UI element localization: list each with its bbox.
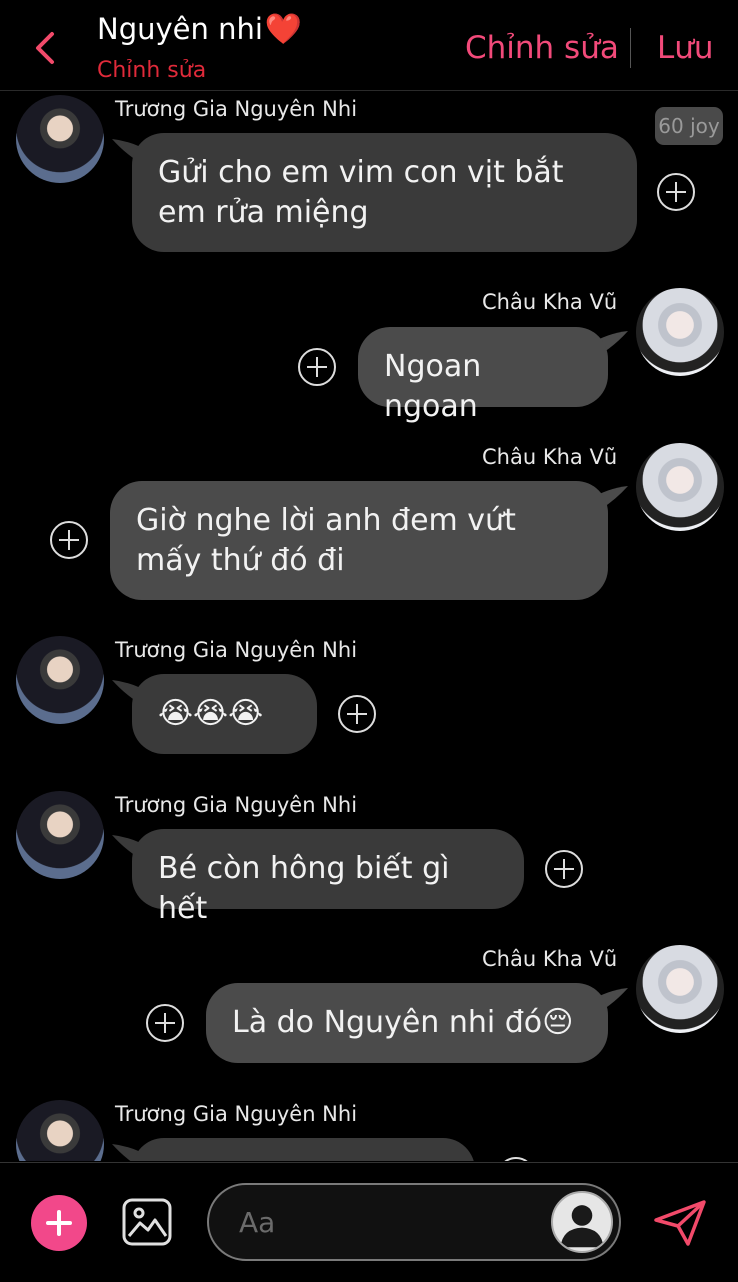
message-bubble[interactable]: Gửi cho em vim con vịt bắt em rửa miệng [132, 133, 637, 252]
sender-name: Châu Kha Vũ [482, 947, 618, 971]
add-reaction-icon[interactable] [298, 348, 336, 386]
add-reaction-icon[interactable] [657, 173, 695, 211]
avatar[interactable] [636, 945, 724, 1033]
message-text: Gửi cho em vim con vịt bắt em rửa miệng [158, 155, 564, 230]
joy-badge: 60 joy [655, 107, 723, 145]
conversation-subtitle[interactable]: Chỉnh sửa [97, 58, 206, 83]
avatar[interactable] [636, 288, 724, 376]
message-bubble[interactable] [132, 1138, 475, 1161]
message-input-wrapper[interactable] [207, 1183, 621, 1261]
message-text: 😭😭😭 [158, 696, 264, 731]
message-bubble[interactable]: Giờ nghe lời anh đem vứt mấy thứ đó đi [110, 481, 608, 600]
sender-name: Châu Kha Vũ [482, 290, 618, 314]
avatar[interactable] [16, 95, 104, 183]
sender-name: Trương Gia Nguyên Nhi [115, 793, 358, 817]
conversation-title-text: Nguyên nhi [97, 12, 263, 46]
message-bubble[interactable]: 😭😭😭 [132, 674, 317, 754]
header-divider [630, 28, 631, 68]
avatar[interactable] [16, 1100, 104, 1161]
add-button[interactable] [31, 1195, 87, 1251]
send-icon[interactable] [652, 1198, 708, 1248]
sender-name: Trương Gia Nguyên Nhi [115, 97, 358, 121]
message-list[interactable]: Trương Gia Nguyên Nhi Gửi cho em vim con… [0, 91, 738, 1161]
sender-name: Trương Gia Nguyên Nhi [115, 1102, 358, 1126]
back-chevron-icon[interactable] [30, 28, 60, 68]
chat-header: Nguyên nhi❤️ Chỉnh sửa Chỉnh sửa Lưu [0, 0, 738, 91]
image-picker-icon[interactable] [122, 1198, 172, 1246]
persona-avatar-icon[interactable] [551, 1191, 613, 1253]
message-input[interactable] [237, 1201, 541, 1243]
add-reaction-icon[interactable] [545, 850, 583, 888]
avatar[interactable] [636, 443, 724, 531]
add-reaction-icon[interactable] [50, 521, 88, 559]
message-text: Ngoan ngoan [384, 349, 482, 424]
heart-icon: ❤️ [264, 12, 303, 47]
message-text: Là do Nguyên nhi đó😔 [232, 1005, 574, 1040]
sender-name: Trương Gia Nguyên Nhi [115, 638, 358, 662]
message-bubble[interactable]: Bé còn hông biết gì hết [132, 829, 524, 926]
add-reaction-icon[interactable] [338, 695, 376, 733]
add-reaction-icon[interactable] [497, 1157, 535, 1161]
composer-bar [0, 1162, 738, 1282]
message-bubble[interactable]: Ngoan ngoan [358, 327, 608, 424]
add-reaction-icon[interactable] [146, 1004, 184, 1042]
save-button[interactable]: Lưu [657, 30, 714, 66]
avatar[interactable] [16, 791, 104, 879]
message-text: Giờ nghe lời anh đem vứt mấy thứ đó đi [136, 503, 516, 578]
sender-name: Châu Kha Vũ [482, 445, 618, 469]
message-text: Bé còn hông biết gì hết [158, 851, 450, 926]
edit-button[interactable]: Chỉnh sửa [465, 30, 619, 66]
conversation-title: Nguyên nhi❤️ [97, 12, 302, 47]
avatar[interactable] [16, 636, 104, 724]
message-bubble[interactable]: Là do Nguyên nhi đó😔 [206, 983, 608, 1063]
